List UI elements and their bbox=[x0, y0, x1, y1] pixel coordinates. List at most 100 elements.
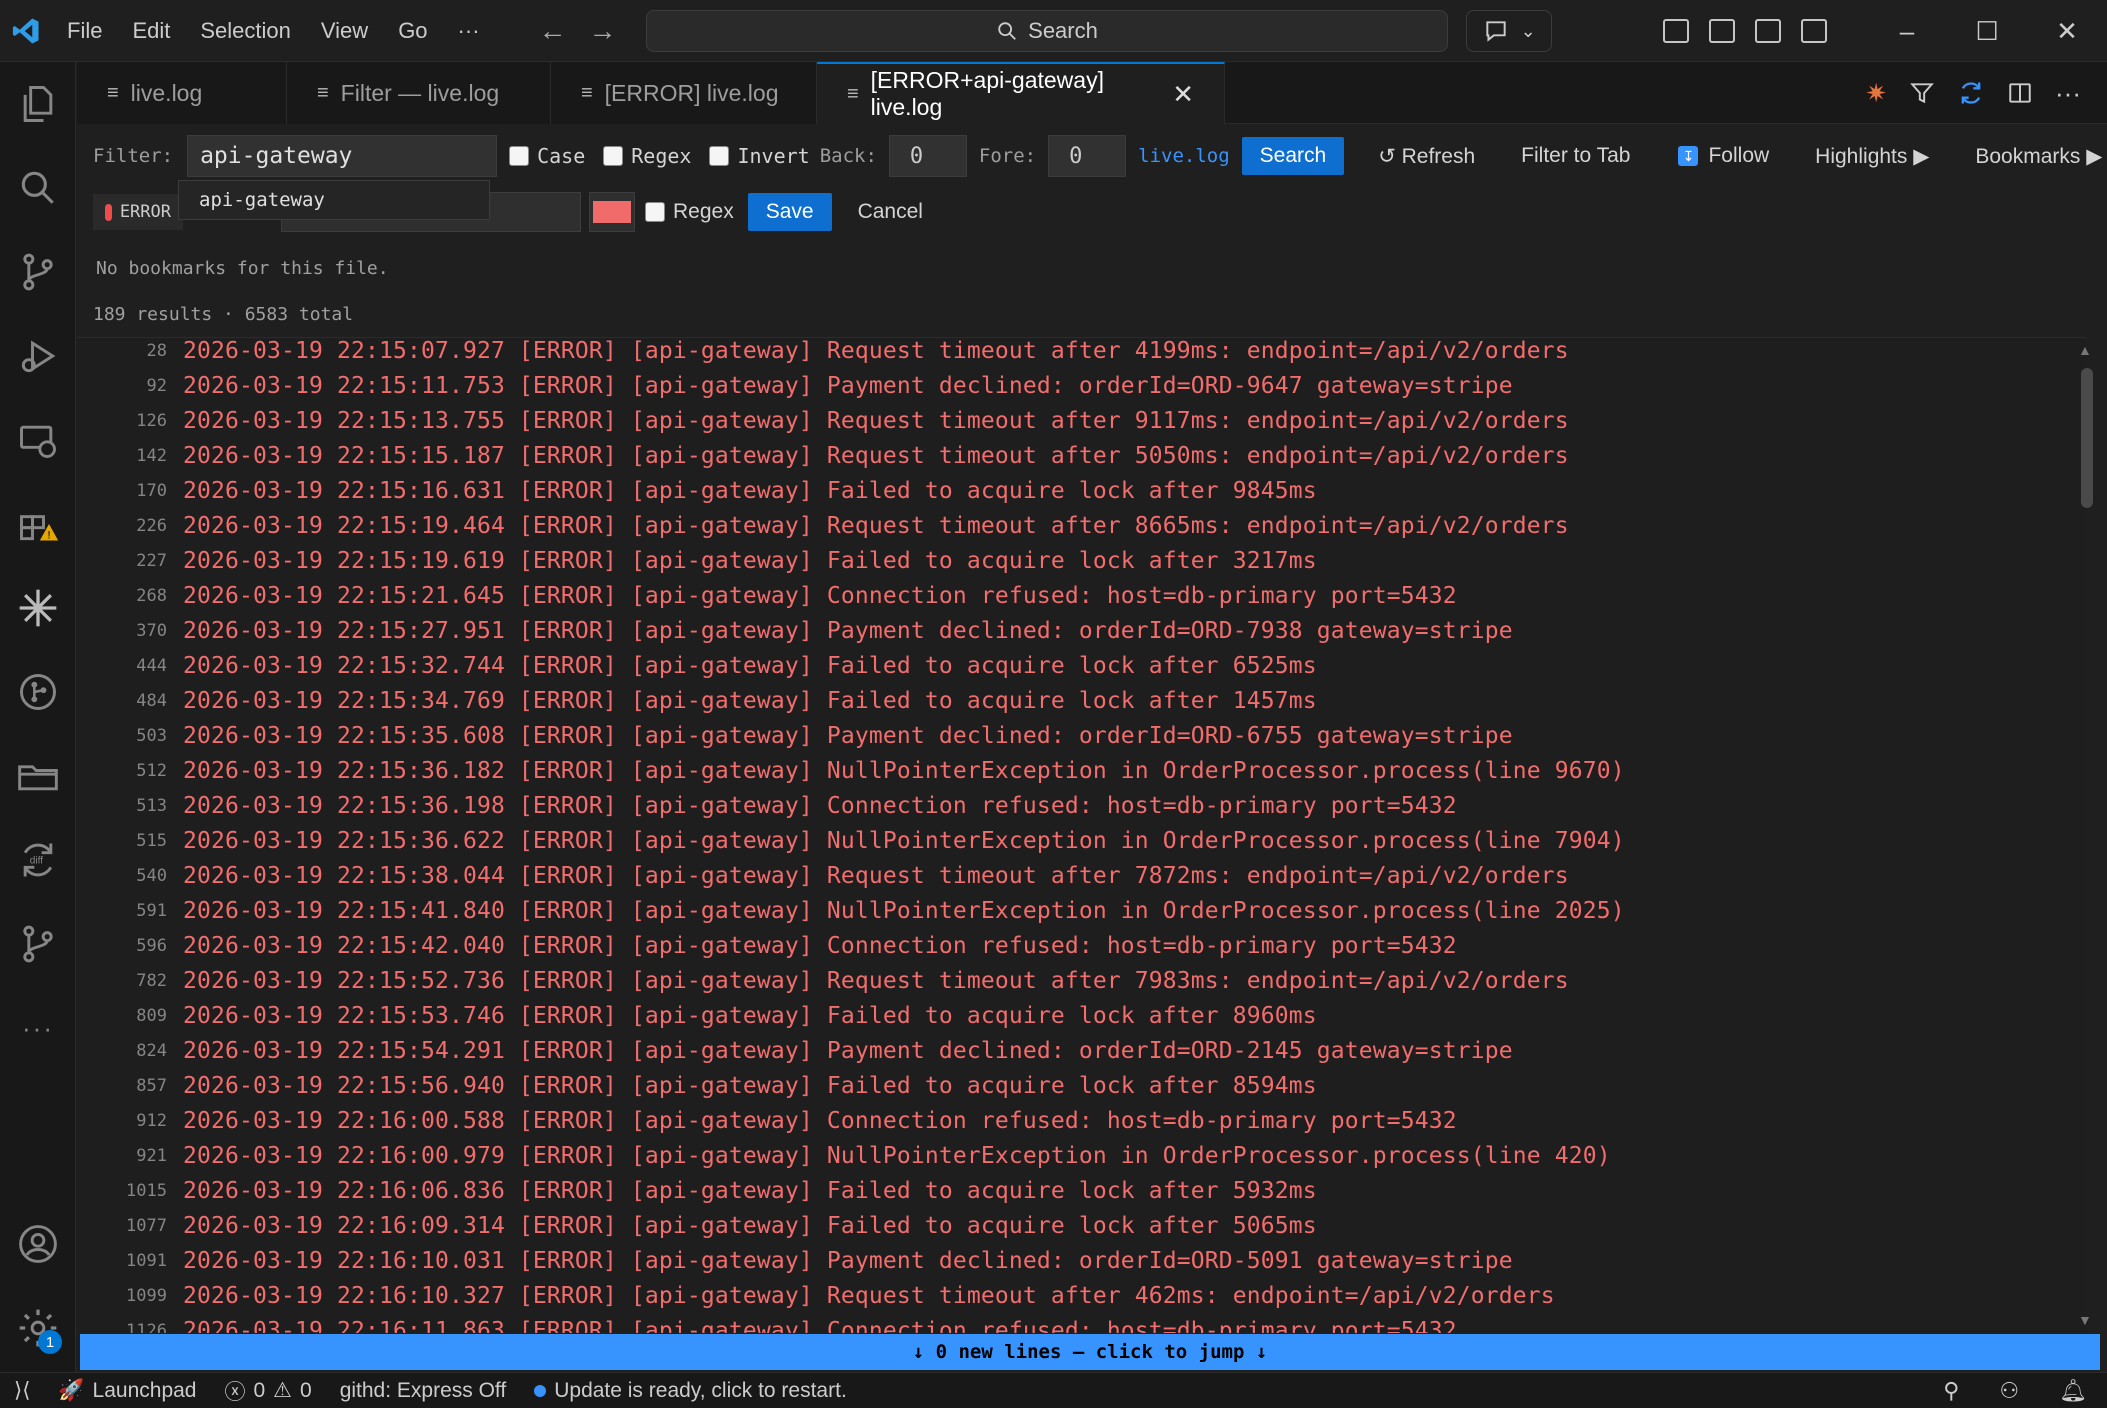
search-activity-icon[interactable] bbox=[0, 158, 76, 218]
new-lines-banner[interactable]: ↓ 0 new lines — click to jump ↓ bbox=[80, 1334, 2100, 1370]
log-line[interactable]: 1077 2026-03-19 22:16:09.314 [ERROR] [api… bbox=[77, 1208, 2087, 1243]
log-line[interactable]: 596 2026-03-19 22:15:42.040 [ERROR] [api-… bbox=[77, 928, 2087, 963]
log-line[interactable]: 515 2026-03-19 22:15:36.622 [ERROR] [api-… bbox=[77, 823, 2087, 858]
explorer-icon[interactable] bbox=[0, 74, 76, 134]
remote-indicator-icon[interactable]: ⟩⟨ bbox=[0, 1378, 44, 1403]
diff-icon[interactable]: diff bbox=[0, 830, 76, 890]
scroll-down-arrow-icon[interactable]: ▼ bbox=[2078, 1312, 2092, 1328]
follow-toggle[interactable]: ↧ Follow bbox=[1678, 144, 1769, 168]
log-line[interactable]: 1015 2026-03-19 22:16:06.836 [ERROR] [api… bbox=[77, 1173, 2087, 1208]
log-line[interactable]: 1126 2026-03-19 22:16:11.863 [ERROR] [api… bbox=[77, 1313, 2087, 1334]
log-line[interactable]: 512 2026-03-19 22:15:36.182 [ERROR] [api-… bbox=[77, 753, 2087, 788]
checkbox-box[interactable] bbox=[645, 202, 665, 222]
log-results-view[interactable]: 28 2026-03-19 22:15:07.927 [ERROR] [api-g… bbox=[77, 337, 2087, 1333]
menu-view[interactable]: View bbox=[306, 0, 383, 62]
more-views-icon[interactable]: ··· bbox=[0, 998, 76, 1058]
sync-diff-icon[interactable] bbox=[1957, 79, 1985, 107]
minimize-icon[interactable]: – bbox=[1867, 16, 1947, 47]
split-editor-icon[interactable] bbox=[2007, 80, 2033, 106]
menu-selection[interactable]: Selection bbox=[185, 0, 306, 62]
sparkle-extension-icon[interactable] bbox=[0, 578, 76, 638]
log-line[interactable]: 503 2026-03-19 22:15:35.608 [ERROR] [api-… bbox=[77, 718, 2087, 753]
checkbox-box[interactable] bbox=[509, 146, 530, 166]
run-debug-icon[interactable] bbox=[0, 326, 76, 386]
source-file-link[interactable]: live.log bbox=[1138, 145, 1230, 167]
log-line[interactable]: 540 2026-03-19 22:15:38.044 [ERROR] [api-… bbox=[77, 858, 2087, 893]
maximize-icon[interactable]: ☐ bbox=[1947, 16, 2027, 47]
manage-gear-icon[interactable]: 1 bbox=[0, 1298, 76, 1358]
accounts-icon[interactable] bbox=[0, 1214, 76, 1274]
log-line[interactable]: 857 2026-03-19 22:15:56.940 [ERROR] [api-… bbox=[77, 1068, 2087, 1103]
remote-explorer-icon[interactable] bbox=[0, 410, 76, 470]
checkbox-box[interactable] bbox=[603, 146, 624, 166]
menu-go[interactable]: Go bbox=[383, 0, 442, 62]
scroll-up-arrow-icon[interactable]: ▲ bbox=[2078, 342, 2092, 358]
source-control-icon[interactable] bbox=[0, 242, 76, 302]
toggle-secondary-sidebar-icon[interactable] bbox=[1801, 19, 1827, 43]
log-line[interactable]: 809 2026-03-19 22:15:53.746 [ERROR] [api-… bbox=[77, 998, 2087, 1033]
bell-icon[interactable]: 🔔︎ bbox=[2059, 1378, 2087, 1404]
folder-icon[interactable] bbox=[0, 746, 76, 806]
log-line[interactable]: 444 2026-03-19 22:15:32.744 [ERROR] [api-… bbox=[77, 648, 2087, 683]
bookmarks-button[interactable]: Bookmarks ▶ bbox=[1975, 144, 2102, 169]
sparkle-action-icon[interactable]: ✷ bbox=[1865, 78, 1887, 109]
highlight-regex-checkbox[interactable]: Regex bbox=[645, 200, 734, 224]
log-line[interactable]: 912 2026-03-19 22:16:00.588 [ERROR] [api-… bbox=[77, 1103, 2087, 1138]
log-line[interactable]: 513 2026-03-19 22:15:36.198 [ERROR] [api-… bbox=[77, 788, 2087, 823]
highlights-button[interactable]: Highlights ▶ bbox=[1815, 144, 1929, 169]
toggle-primary-sidebar-icon[interactable] bbox=[1709, 19, 1735, 43]
git-branch-icon[interactable] bbox=[0, 914, 76, 974]
more-actions-icon[interactable]: ··· bbox=[2055, 78, 2081, 109]
back-arrow-icon[interactable]: ← bbox=[539, 15, 567, 47]
command-center-search[interactable]: Search bbox=[646, 10, 1448, 52]
case-checkbox[interactable]: Case bbox=[509, 144, 585, 168]
close-tab-icon[interactable]: ✕ bbox=[1172, 79, 1194, 110]
tab-filter-live-log[interactable]: ≡ Filter — live.log bbox=[287, 62, 551, 124]
log-line[interactable]: 484 2026-03-19 22:15:34.769 [ERROR] [api-… bbox=[77, 683, 2087, 718]
close-window-icon[interactable]: ✕ bbox=[2027, 16, 2107, 47]
checkbox-box[interactable] bbox=[709, 146, 730, 166]
log-line[interactable]: 226 2026-03-19 22:15:19.464 [ERROR] [api-… bbox=[77, 508, 2087, 543]
launchpad-item[interactable]: 🚀 Launchpad bbox=[44, 1379, 210, 1403]
log-line[interactable]: 142 2026-03-19 22:15:15.187 [ERROR] [api-… bbox=[77, 438, 2087, 473]
copilot-chat-button[interactable]: ⌄ bbox=[1466, 10, 1552, 52]
back-context-input[interactable]: 0 bbox=[888, 135, 967, 177]
git-graph-icon[interactable] bbox=[0, 662, 76, 722]
refresh-button[interactable]: ↺ Refresh bbox=[1378, 144, 1475, 169]
cancel-button[interactable]: Cancel bbox=[858, 200, 923, 224]
regex-checkbox[interactable]: Regex bbox=[603, 144, 691, 168]
log-line[interactable]: 370 2026-03-19 22:15:27.951 [ERROR] [api-… bbox=[77, 613, 2087, 648]
extensions-warning-icon[interactable]: ! bbox=[0, 494, 76, 554]
update-status[interactable]: Update is ready, click to restart. bbox=[520, 1379, 861, 1403]
menu-more[interactable]: ··· bbox=[443, 0, 495, 62]
tab-error-api-gateway-live-log[interactable]: ≡ [ERROR+api-gateway] live.log ✕ bbox=[817, 62, 1225, 124]
highlight-color-picker[interactable] bbox=[589, 192, 635, 232]
log-line[interactable]: 28 2026-03-19 22:15:07.927 [ERROR] [api-g… bbox=[77, 338, 2087, 368]
menu-edit[interactable]: Edit bbox=[117, 0, 185, 62]
scrollbar-thumb[interactable] bbox=[2081, 368, 2093, 508]
copilot-icon[interactable]: ⚇ bbox=[1999, 1378, 2019, 1404]
tab-live-log[interactable]: ≡ live.log bbox=[77, 62, 287, 124]
customize-layout-icon[interactable] bbox=[1663, 19, 1689, 43]
log-line[interactable]: 126 2026-03-19 22:15:13.755 [ERROR] [api-… bbox=[77, 403, 2087, 438]
problems-item[interactable]: ⓧ 0 ⚠ 0 bbox=[210, 1376, 325, 1406]
fore-context-input[interactable]: 0 bbox=[1048, 135, 1127, 177]
log-line[interactable]: 170 2026-03-19 22:15:16.631 [ERROR] [api-… bbox=[77, 473, 2087, 508]
filter-input[interactable]: api-gateway bbox=[187, 135, 498, 177]
log-line[interactable]: 92 2026-03-19 22:15:11.753 [ERROR] [api-g… bbox=[77, 368, 2087, 403]
search-button[interactable]: Search bbox=[1241, 137, 1345, 175]
githd-status[interactable]: githd: Express Off bbox=[326, 1379, 521, 1403]
log-line[interactable]: 227 2026-03-19 22:15:19.619 [ERROR] [api-… bbox=[77, 543, 2087, 578]
log-line[interactable]: 268 2026-03-19 22:15:21.645 [ERROR] [api-… bbox=[77, 578, 2087, 613]
menu-file[interactable]: File bbox=[52, 0, 117, 62]
autocomplete-suggestion[interactable]: api-gateway bbox=[178, 180, 490, 220]
highlight-chip-error[interactable]: ERROR bbox=[93, 194, 183, 230]
forward-arrow-icon[interactable]: → bbox=[589, 15, 617, 47]
log-line[interactable]: 921 2026-03-19 22:16:00.979 [ERROR] [api-… bbox=[77, 1138, 2087, 1173]
invert-checkbox[interactable]: Invert bbox=[709, 144, 810, 168]
log-line[interactable]: 782 2026-03-19 22:15:52.736 [ERROR] [api-… bbox=[77, 963, 2087, 998]
log-line[interactable]: 1091 2026-03-19 22:16:10.031 [ERROR] [api… bbox=[77, 1243, 2087, 1278]
tab-error-live-log[interactable]: ≡ [ERROR] live.log bbox=[551, 62, 817, 124]
log-line[interactable]: 824 2026-03-19 22:15:54.291 [ERROR] [api-… bbox=[77, 1033, 2087, 1068]
filter-to-tab-button[interactable]: Filter to Tab bbox=[1521, 144, 1630, 168]
